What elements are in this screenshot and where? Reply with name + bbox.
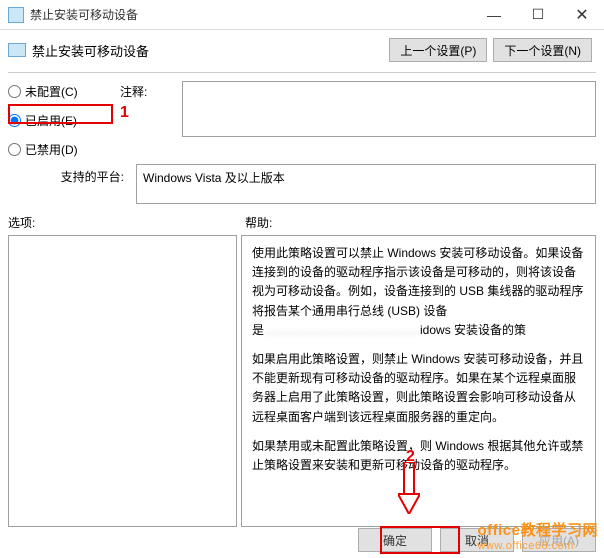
- footer-buttons: 确定 取消 应用(A): [358, 528, 596, 552]
- next-setting-button[interactable]: 下一个设置(N): [493, 38, 592, 62]
- radio-disabled-label: 已禁用(D): [25, 141, 78, 158]
- comment-textarea[interactable]: [182, 81, 596, 137]
- radio-enabled[interactable]: 已启用(E): [8, 112, 108, 129]
- titlebar-left: 禁止安装可移动设备: [8, 6, 138, 23]
- header-row: 禁止安装可移动设备 上一个设置(P) 下一个设置(N): [0, 30, 604, 72]
- titlebar-buttons: — ☐ ✕: [472, 1, 604, 29]
- config-row: 未配置(C) 已启用(E) 已禁用(D) 注释:: [0, 81, 604, 158]
- maximize-button[interactable]: ☐: [516, 1, 560, 29]
- previous-setting-button[interactable]: 上一个设置(P): [389, 38, 487, 62]
- minimize-button[interactable]: —: [472, 1, 516, 29]
- help-paragraph-1: 使用此策略设置可以禁止 Windows 安装可移动设备。如果设备连接到的设备的驱…: [252, 244, 585, 340]
- help-paragraph-3: 如果禁用或未配置此策略设置，则 Windows 根据其他允许或禁止策略设置来安装…: [252, 437, 585, 475]
- comment-label: 注释:: [120, 81, 170, 100]
- annotation-label-1: 1: [120, 104, 129, 122]
- platform-row: 支持的平台: Windows Vista 及以上版本: [0, 158, 604, 210]
- close-button[interactable]: ✕: [560, 1, 604, 29]
- platform-box: Windows Vista 及以上版本: [136, 164, 596, 204]
- options-label: 选项:: [8, 214, 245, 231]
- policy-icon: [8, 43, 26, 57]
- apply-button[interactable]: 应用(A): [522, 528, 596, 552]
- nav-buttons: 上一个设置(P) 下一个设置(N): [389, 38, 592, 62]
- header-left: 禁止安装可移动设备: [8, 41, 149, 60]
- radio-not-configured-label: 未配置(C): [25, 83, 78, 100]
- window-icon: [8, 7, 24, 23]
- radio-disabled-input[interactable]: [8, 143, 21, 156]
- help-label: 帮助:: [245, 214, 272, 231]
- radio-enabled-input[interactable]: [8, 114, 21, 127]
- help-panel: 使用此策略设置可以禁止 Windows 安装可移动设备。如果设备连接到的设备的驱…: [241, 235, 596, 527]
- radio-not-configured-input[interactable]: [8, 85, 21, 98]
- radio-disabled[interactable]: 已禁用(D): [8, 141, 108, 158]
- panels: 使用此策略设置可以禁止 Windows 安装可移动设备。如果设备连接到的设备的驱…: [0, 235, 604, 527]
- platform-label: 支持的平台:: [8, 164, 128, 185]
- ok-button[interactable]: 确定: [358, 528, 432, 552]
- radio-not-configured[interactable]: 未配置(C): [8, 83, 108, 100]
- annotation-label-2: 2: [406, 448, 415, 466]
- cancel-button[interactable]: 取消: [440, 528, 514, 552]
- titlebar: 禁止安装可移动设备 — ☐ ✕: [0, 0, 604, 30]
- mid-labels: 选项: 帮助:: [0, 210, 604, 235]
- window-title: 禁止安装可移动设备: [30, 6, 138, 23]
- radio-column: 未配置(C) 已启用(E) 已禁用(D): [8, 81, 108, 158]
- help-paragraph-2: 如果启用此策略设置，则禁止 Windows 安装可移动设备，并且不能更新现有可移…: [252, 350, 585, 427]
- policy-title: 禁止安装可移动设备: [32, 41, 149, 60]
- radio-enabled-label: 已启用(E): [25, 112, 77, 129]
- options-panel: [8, 235, 237, 527]
- divider: [8, 72, 596, 73]
